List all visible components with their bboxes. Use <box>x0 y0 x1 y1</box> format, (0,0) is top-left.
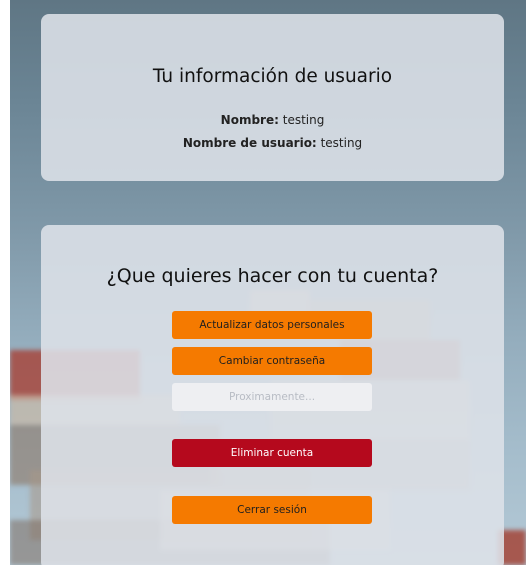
delete-account-button[interactable]: Eliminar cuenta <box>172 439 372 467</box>
username-value: testing <box>320 136 363 150</box>
update-personal-data-button[interactable]: Actualizar datos personales <box>172 311 372 339</box>
logout-button[interactable]: Cerrar sesión <box>172 496 372 524</box>
page-background: Tu información de usuario Nombre: testin… <box>10 0 526 565</box>
account-actions-card: ¿Que quieres hacer con tu cuenta? Actual… <box>41 225 504 565</box>
name-value: testing <box>282 113 325 127</box>
account-actions-title: ¿Que quieres hacer con tu cuenta? <box>106 265 439 287</box>
name-label: Nombre: <box>220 113 279 127</box>
user-info-title: Tu información de usuario <box>152 66 393 87</box>
username-label: Nombre de usuario: <box>182 136 317 150</box>
user-info-card: Tu información de usuario Nombre: testin… <box>41 14 504 181</box>
name-row: Nombre: testing <box>41 113 504 127</box>
username-row: Nombre de usuario: testing <box>41 136 504 150</box>
coming-soon-button: Proximamente... <box>172 383 372 411</box>
change-password-button[interactable]: Cambiar contraseña <box>172 347 372 375</box>
